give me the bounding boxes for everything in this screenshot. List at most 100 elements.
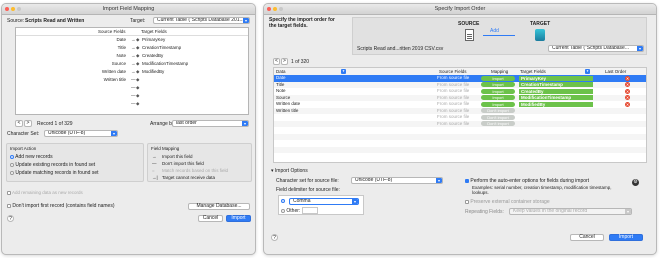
add-remaining-option[interactable]: Add remaining data as new records — [7, 190, 83, 195]
import-arrow-icon[interactable]: → — [131, 52, 136, 60]
add-remaining-checkbox[interactable] — [7, 190, 11, 195]
import-action-option[interactable]: Update existing records in found set — [10, 161, 143, 169]
mapping-row[interactable]: — ◆ — [16, 84, 248, 92]
mapping-cell[interactable]: Don't import — [481, 121, 515, 127]
import-action-option[interactable]: Update matching records in found set — [10, 169, 143, 177]
next-record-button[interactable]: > — [24, 120, 32, 127]
help-button[interactable]: ? — [7, 215, 14, 222]
data-column-header[interactable]: Data — [276, 68, 286, 75]
delimiter-comma-option[interactable]: Comma ▾ — [281, 198, 361, 205]
minimize-window-button[interactable] — [273, 7, 277, 11]
target-field-cell[interactable]: ModificationTimestamp — [519, 95, 593, 101]
manage-database-button[interactable]: Manage Database... — [188, 203, 250, 210]
target-field-cell[interactable]: PrimaryKey — [519, 75, 593, 81]
table-row[interactable] — [274, 153, 646, 160]
mapping-row[interactable]: Note → ◆ CreatedBy — [16, 52, 248, 60]
target-field-cell[interactable]: ModifiedBy — [519, 101, 593, 107]
target-field-cell[interactable]: CreationTimestamp — [519, 82, 593, 88]
data-column-sort-icon[interactable]: ▾ — [341, 69, 346, 74]
preserve-container-checkbox[interactable] — [465, 199, 469, 204]
mapping-row[interactable]: Source → ◆ ModificationTimestamp — [16, 60, 248, 68]
last-order-column-header[interactable]: Last Order — [605, 68, 626, 75]
mapping-row[interactable]: Date → ◆ PrimaryKey — [16, 36, 248, 44]
mapping-cell[interactable]: Import — [481, 75, 515, 81]
remove-mapping-icon[interactable]: ✕ — [625, 95, 630, 101]
dont-import-icon[interactable]: — — [131, 92, 136, 100]
mapping-row[interactable]: Written title — ◆ — [16, 76, 248, 84]
import-action-radio[interactable] — [10, 154, 14, 159]
next-record-button[interactable]: > — [281, 58, 288, 65]
remove-mapping-icon[interactable]: ✕ — [625, 75, 630, 81]
mapping-cell[interactable]: Import — [481, 82, 515, 88]
mapping-row[interactable]: Written date → ◆ ModifiedBy — [16, 68, 248, 76]
remove-mapping-icon[interactable]: ✕ — [625, 101, 630, 107]
import-arrow-icon[interactable]: → — [131, 60, 136, 68]
remove-mapping-icon[interactable]: ✕ — [625, 88, 630, 94]
import-action-radio[interactable] — [10, 162, 14, 167]
close-window-button[interactable] — [5, 7, 9, 11]
target-fields-column-header[interactable]: Target Fields — [520, 68, 546, 75]
previous-record-button[interactable]: < — [273, 58, 280, 65]
mapping-cell[interactable]: Don't import — [481, 108, 515, 114]
import-button[interactable]: Import — [226, 215, 251, 222]
import-button[interactable]: Import — [609, 234, 643, 241]
close-window-button[interactable] — [267, 7, 271, 11]
import-action-radio[interactable] — [10, 170, 14, 175]
move-handle-icon[interactable]: ◆ — [136, 60, 139, 68]
move-handle-icon[interactable]: ◆ — [136, 84, 139, 92]
preserve-container-option[interactable]: Preserve external container storage — [465, 199, 550, 205]
dont-import-icon[interactable]: — — [131, 76, 136, 84]
database-icon — [535, 29, 545, 41]
mapping-cell[interactable]: Import — [481, 95, 515, 101]
dont-import-first-option[interactable]: Don't import first record (contains fiel… — [7, 203, 115, 209]
character-set-select[interactable]: Unicode (UTF-8) ▾ — [44, 130, 118, 137]
target-field-cell[interactable]: CreatedBy — [519, 88, 593, 94]
arrange-by-select[interactable]: last order ▾ — [172, 120, 249, 127]
move-handle-icon[interactable]: ◆ — [136, 52, 139, 60]
delimiter-other-field[interactable] — [301, 207, 318, 214]
target-table-select[interactable]: Current Table ("Scripts Database... ▾ — [548, 45, 644, 52]
move-handle-icon[interactable]: ◆ — [136, 100, 139, 108]
target-fields-sort-icon[interactable]: ▾ — [585, 69, 590, 74]
delimiter-other-radio[interactable] — [281, 208, 285, 213]
delimiter-other-option[interactable]: Other: — [281, 207, 318, 215]
perform-auto-enter-checkbox[interactable] — [465, 178, 469, 183]
mapping-row[interactable]: — ◆ — [16, 92, 248, 100]
settings-gear-icon[interactable]: ⚙ — [632, 179, 639, 186]
field-mapping-list[interactable]: Source Fields Target Fields Date → ◆ Primar… — [15, 27, 249, 115]
mapping-cell[interactable]: Import — [481, 101, 515, 107]
mapping-row[interactable]: Title → ◆ CreationTimestamp — [16, 44, 248, 52]
import-action-option[interactable]: Add new records — [10, 153, 143, 161]
move-handle-icon[interactable]: ◆ — [136, 76, 139, 84]
mapping-cell[interactable]: Import — [481, 88, 515, 94]
import-options-toggle[interactable]: ▾ Import Options — [271, 168, 308, 174]
move-handle-icon[interactable]: ◆ — [136, 92, 139, 100]
mapping-cell[interactable]: Don't import — [481, 114, 515, 120]
import-arrow-icon[interactable]: → — [131, 44, 136, 52]
move-handle-icon[interactable]: ◆ — [136, 68, 139, 76]
dont-import-icon[interactable]: — — [131, 100, 136, 108]
remove-mapping-icon[interactable]: ✕ — [625, 82, 630, 88]
import-arrow-icon[interactable]: → — [131, 36, 136, 44]
move-handle-icon[interactable]: ◆ — [136, 36, 139, 44]
mapping-row[interactable]: — ◆ — [16, 100, 248, 108]
dont-import-icon[interactable]: — — [131, 84, 136, 92]
minimize-window-button[interactable] — [11, 7, 15, 11]
source-fields-column-header[interactable]: Source Fields — [439, 68, 467, 75]
delimiter-comma-radio[interactable] — [281, 198, 285, 203]
cancel-button[interactable]: Cancel — [198, 215, 223, 222]
delimiter-comma-select[interactable]: Comma ▾ — [289, 198, 359, 205]
help-button[interactable]: ? — [271, 234, 278, 241]
repeating-fields-select[interactable]: Keep values in the original record ▾ — [509, 208, 632, 215]
target-table-select[interactable]: Current Table ("Scripts Database 201... … — [153, 17, 250, 24]
cancel-button[interactable]: Cancel — [570, 234, 604, 241]
zoom-window-button[interactable] — [279, 7, 283, 11]
zoom-window-button[interactable] — [17, 7, 21, 11]
charset-select[interactable]: Unicode (UTF-8) ▾ — [351, 177, 443, 184]
dont-import-first-checkbox[interactable] — [7, 203, 11, 208]
perform-auto-enter-option[interactable]: Perform the auto-enter options for field… — [465, 178, 633, 184]
move-handle-icon[interactable]: ◆ — [136, 44, 139, 52]
mapping-column-header[interactable]: Mapping — [491, 68, 508, 75]
import-arrow-icon[interactable]: → — [131, 68, 136, 76]
previous-record-button[interactable]: < — [15, 120, 23, 127]
